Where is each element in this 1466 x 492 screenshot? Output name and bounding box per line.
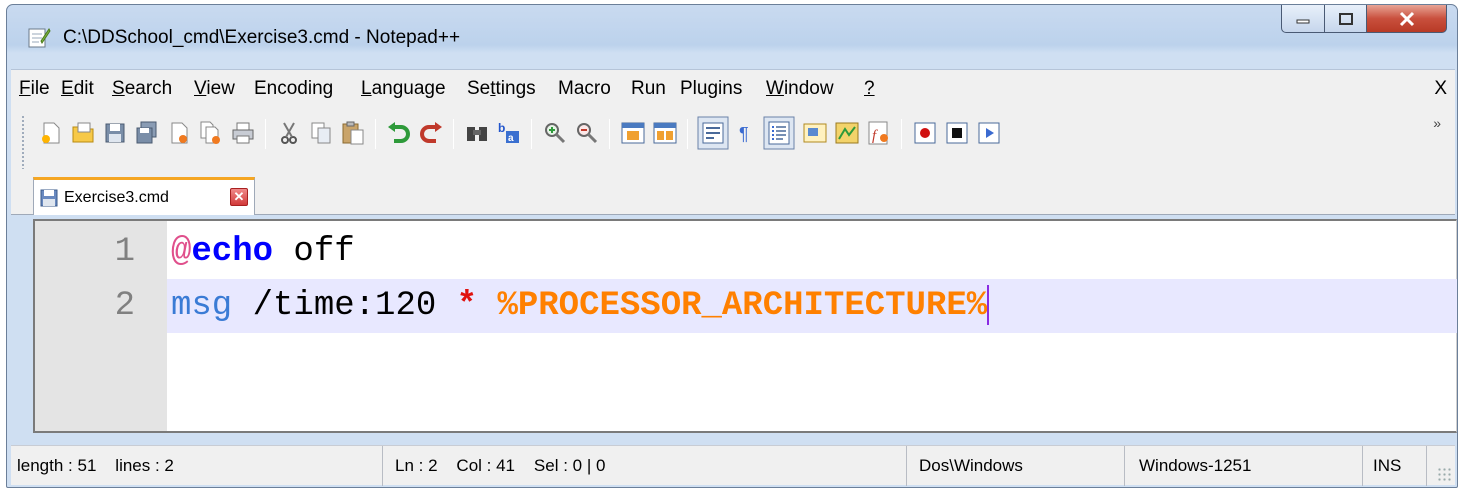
record-macro-icon[interactable]	[911, 119, 939, 147]
find-icon[interactable]	[463, 119, 491, 147]
user-defined-language-icon[interactable]	[801, 119, 829, 147]
minimize-icon	[1296, 19, 1310, 23]
menu-bar: File Edit Search View Encoding Language …	[11, 69, 1455, 113]
command-msg: msg	[171, 287, 233, 325]
operator-asterisk: *	[456, 287, 478, 325]
tab-close-button[interactable]: ✕	[230, 188, 248, 206]
svg-text:¶: ¶	[739, 124, 749, 144]
toolbar-separator	[531, 119, 532, 149]
tab-label: Exercise3.cmd	[64, 189, 169, 206]
close-all-icon[interactable]	[197, 119, 225, 147]
notepadpp-window: C:\DDSchool_cmd\Exercise3.cmd - Notepad+…	[6, 4, 1458, 488]
svg-text:a: a	[508, 133, 514, 144]
toolbar: ba ¶ f »	[11, 113, 1455, 175]
notepad-app-icon	[28, 28, 51, 48]
toolbar-separator	[901, 119, 902, 149]
toolbar-separator	[375, 119, 376, 149]
show-all-chars-icon[interactable]: ¶	[733, 119, 761, 147]
toolbar-separator	[453, 119, 454, 149]
sync-horizontal-icon[interactable]	[651, 119, 679, 147]
window-controls	[1281, 5, 1447, 35]
open-file-icon[interactable]	[69, 119, 97, 147]
word-wrap-icon[interactable]	[697, 116, 729, 150]
menu-encoding[interactable]: Encoding	[254, 78, 333, 100]
indent-guide-icon[interactable]	[763, 116, 795, 150]
cut-icon[interactable]	[275, 119, 303, 147]
maximize-icon	[1338, 12, 1353, 25]
line-number: 1	[114, 233, 135, 271]
menu-window[interactable]: Window	[766, 78, 834, 100]
toolbar-separator	[687, 119, 688, 149]
code-text: @echo off	[171, 225, 355, 279]
code-editor[interactable]: 1 @echo off 2 msg /time:120 * %PROCESSOR…	[33, 219, 1457, 433]
status-encoding[interactable]: Windows-1251	[1125, 446, 1363, 486]
menu-help[interactable]: ?	[864, 78, 875, 100]
menu-search[interactable]: Search	[112, 78, 172, 100]
code-line-1[interactable]: 1 @echo off	[35, 225, 1456, 279]
save-icon[interactable]	[101, 119, 129, 147]
status-cursor-position: Ln : 2 Col : 41 Sel : 0 | 0	[383, 446, 907, 486]
copy-icon[interactable]	[307, 119, 335, 147]
close-icon	[1399, 11, 1414, 26]
menu-edit[interactable]: Edit	[61, 78, 94, 100]
paste-icon[interactable]	[339, 119, 367, 147]
echo-argument: off	[273, 233, 355, 271]
title-bar[interactable]: C:\DDSchool_cmd\Exercise3.cmd - Notepad+…	[7, 5, 1457, 63]
toolbar-separator	[265, 119, 266, 149]
svg-text:b: b	[498, 121, 505, 135]
code-line-2[interactable]: 2 msg /time:120 * %PROCESSOR_ARCHITECTUR…	[35, 279, 1456, 333]
saved-file-icon	[40, 189, 58, 207]
toolbar-separator	[609, 119, 610, 149]
msg-arguments: /time:120	[232, 287, 457, 325]
doc-map-icon[interactable]	[833, 119, 861, 147]
redo-icon[interactable]	[417, 119, 445, 147]
minimize-button[interactable]	[1281, 5, 1325, 33]
menu-settings[interactable]: Settings	[467, 78, 536, 100]
replace-icon[interactable]: ba	[495, 119, 523, 147]
close-window-button[interactable]	[1367, 5, 1447, 33]
text-caret	[987, 285, 990, 326]
close-document-button[interactable]: X	[1434, 78, 1447, 100]
status-length-lines: length : 51 lines : 2	[11, 446, 383, 486]
tab-exercise3-cmd[interactable]: Exercise3.cmd ✕	[33, 177, 255, 215]
stop-macro-icon[interactable]	[943, 119, 971, 147]
status-bar: length : 51 lines : 2 Ln : 2 Col : 41 Se…	[11, 445, 1455, 486]
print-icon[interactable]	[229, 119, 257, 147]
menu-macro[interactable]: Macro	[558, 78, 611, 100]
function-list-icon[interactable]: f	[865, 119, 893, 147]
play-macro-icon[interactable]	[975, 119, 1003, 147]
menu-file[interactable]: File	[19, 78, 50, 100]
resize-grip[interactable]	[1437, 467, 1451, 481]
undo-icon[interactable]	[385, 119, 413, 147]
status-eol-format[interactable]: Dos\Windows	[907, 446, 1125, 486]
zoom-out-icon[interactable]	[573, 119, 601, 147]
new-file-icon[interactable]	[37, 119, 65, 147]
keyword-echo: echo	[191, 233, 274, 271]
toolbar-overflow-button[interactable]: »	[1433, 115, 1441, 131]
save-all-icon[interactable]	[133, 119, 161, 147]
maximize-button[interactable]	[1325, 5, 1367, 33]
status-insert-mode[interactable]: INS	[1363, 446, 1427, 486]
environment-variable: %PROCESSOR_ARCHITECTURE%	[497, 287, 988, 325]
window-title: C:\DDSchool_cmd\Exercise3.cmd - Notepad+…	[63, 27, 461, 48]
close-file-icon[interactable]	[165, 119, 193, 147]
code-text: msg /time:120 * %PROCESSOR_ARCHITECTURE%	[171, 279, 990, 333]
line-number: 2	[114, 287, 135, 325]
menu-view[interactable]: View	[194, 78, 235, 100]
menu-run[interactable]: Run	[631, 78, 666, 100]
menu-language[interactable]: Language	[361, 78, 446, 100]
toolbar-grip[interactable]	[21, 115, 25, 169]
sync-vertical-icon[interactable]	[619, 119, 647, 147]
menu-plugins[interactable]: Plugins	[680, 78, 742, 100]
zoom-in-icon[interactable]	[541, 119, 569, 147]
echo-off-prefix: @	[171, 233, 192, 271]
document-tab-strip: Exercise3.cmd ✕	[11, 175, 1455, 215]
